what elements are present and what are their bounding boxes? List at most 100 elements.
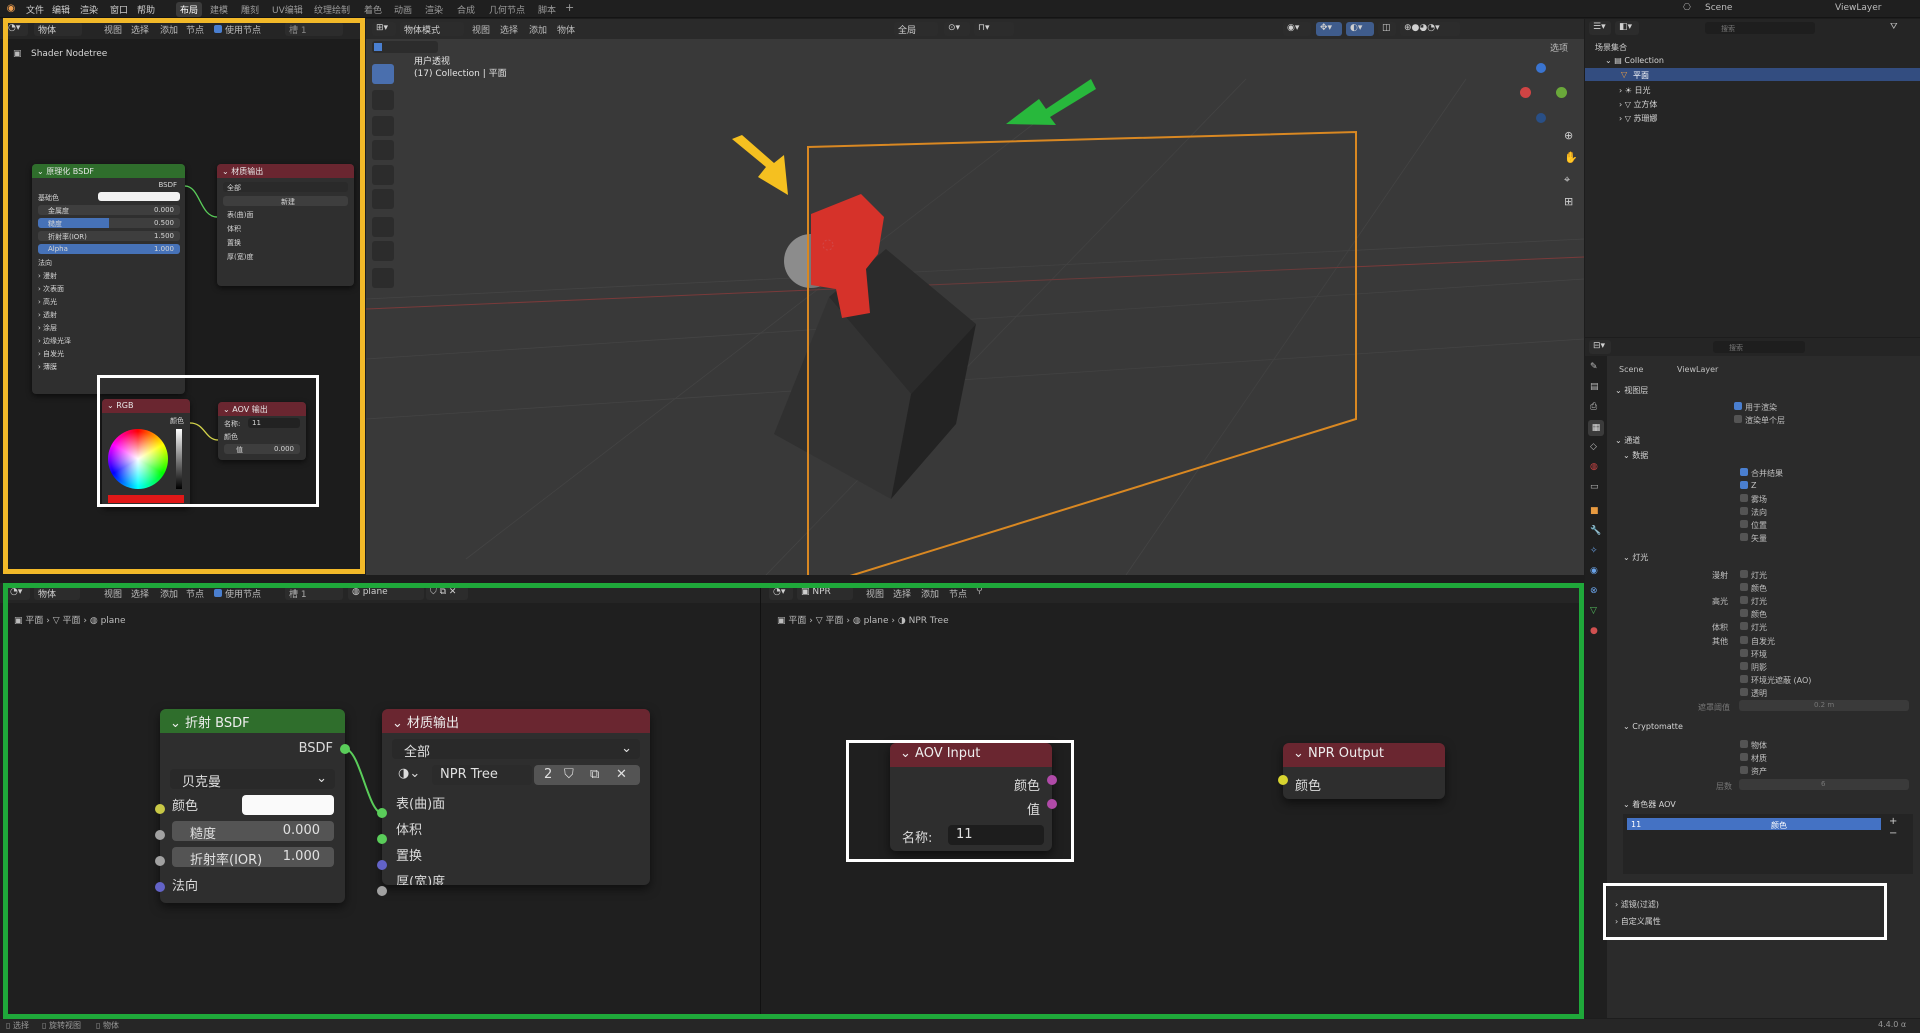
br-menu-add[interactable]: 添加 [921,587,939,600]
world-tab-icon[interactable]: ◍ [1590,462,1598,472]
aov-input-node[interactable]: ⌄ AOV Input 颜色 值 名称: 11 [890,743,1052,851]
value-slider[interactable] [176,429,182,489]
material-tab-icon[interactable]: ● [1590,626,1598,636]
new-material-button[interactable]: 新建 [223,196,348,206]
distribution-dropdown[interactable]: 贝克曼 ⌄ [170,769,335,790]
outliner-editor-type[interactable]: ☰▾ [1589,21,1611,35]
outliner-row-cube[interactable]: › ▽ 立方体 [1619,99,1657,110]
emission-checkbox[interactable] [1740,636,1748,644]
environment-checkbox[interactable] [1740,649,1748,657]
add-workspace-icon[interactable]: + [565,1,574,14]
material-actions[interactable]: ⛉ ⧉ ✕ [426,586,468,600]
menu-add[interactable]: 添加 [160,23,178,36]
bottom-left-mode[interactable]: 物体 [34,586,80,600]
position-checkbox[interactable] [1740,520,1748,528]
viewport-menu-view[interactable]: 视图 [472,23,490,36]
pin-icon[interactable]: ⚲ [976,586,983,596]
data-tab-icon[interactable]: ▽ [1590,606,1597,616]
filter-icon[interactable]: ⛛ [1890,22,1898,32]
bottom-right-editor-type[interactable]: ◔▾ [769,586,793,600]
principled-bsdf-node[interactable]: ⌄ 原理化 BSDF BSDF 基础色 金属度 0.000 糙度 0.500 折射率… [32,164,185,394]
viewport-editor-type[interactable]: ⊞▾ [372,22,396,36]
object-mode-selector[interactable]: 物体 [34,22,82,36]
menu-edit[interactable]: 编辑 [52,3,70,16]
refraction-roughness-field[interactable]: 糙度 0.000 [172,821,334,842]
color-wheel[interactable] [108,429,168,489]
ior-slider[interactable]: 折射率(IOR) 1.500 [38,231,180,241]
gizmo-icon[interactable]: ✥▾ [1316,22,1342,36]
shadow-checkbox[interactable] [1740,662,1748,670]
aov-input-header[interactable]: ⌄ AOV Input [890,743,1052,767]
slot-selector[interactable]: 槽 1 [285,22,343,36]
material-output-node-small[interactable]: ⌄ 材质输出 全部 新建 表(曲)面 体积 置换 厚(宽)度 [217,164,354,286]
metallic-slider[interactable]: 金属度 0.000 [38,205,180,215]
scene-selector[interactable]: Scene [1705,3,1732,13]
principled-bsdf-header[interactable]: ⌄ 原理化 BSDF [32,164,185,178]
grid-icon[interactable]: ⊞ [1564,195,1573,208]
viewport-menu-add[interactable]: 添加 [529,23,547,36]
refraction-bsdf-header[interactable]: ⌄ 折射 BSDF [160,709,345,733]
use-for-render-checkbox[interactable] [1734,402,1742,410]
aov-name-field[interactable]: 11 [248,418,300,428]
visibility-icon[interactable]: ◉▾ [1283,22,1311,36]
y-axis-ball[interactable] [1556,87,1567,98]
outliner-display-mode[interactable]: ◧▾ [1615,21,1639,35]
diffuse-light-checkbox[interactable] [1740,570,1748,578]
tree-type-selector[interactable]: ▣ NPR [797,586,853,600]
material-selector[interactable]: ◍ plane [348,586,424,600]
panel-specular[interactable]: › 高光 [38,297,57,307]
unlink-close-icon[interactable]: ✕ [616,767,627,782]
passes-section[interactable]: ⌄ 通道 [1615,435,1640,446]
panel-thin-film[interactable]: › 薄膜 [38,362,57,372]
overlay-icon[interactable]: ◐▾ [1346,22,1374,36]
remove-aov-icon[interactable]: − [1889,828,1897,839]
viewport-menu-select[interactable]: 选择 [500,23,518,36]
mist-checkbox[interactable] [1740,494,1748,502]
xray-icon[interactable]: ◫ [1378,22,1396,36]
workspace-tab-rendering[interactable]: 渲染 [425,3,443,16]
render-single-layer-checkbox[interactable] [1734,415,1742,423]
pivot-icon[interactable]: ⊙▾ [944,22,970,36]
npr-tree-selector[interactable]: NPR Tree [432,765,532,785]
node-tree-selector-icon[interactable]: ◑⌄ [398,766,420,781]
custom-props-section[interactable]: › 自定义属性 [1615,916,1661,927]
bottom-left-menu-select[interactable]: 选择 [131,587,149,600]
duplicate-icon[interactable]: ⧉ [590,767,599,782]
filter-section[interactable]: › 滤镜(过滤) [1615,899,1659,910]
workspace-tab-geometry-nodes[interactable]: 几何节点 [489,3,525,16]
camera-icon[interactable]: ⌖ [1564,173,1570,187]
workspace-tab-texture-paint[interactable]: 纹理绘制 [314,3,350,16]
alpha-slider[interactable]: Alpha 1.000 [38,244,180,254]
editor-divider[interactable] [760,583,761,1018]
scene-tab-icon[interactable]: ◇ [1590,442,1597,452]
particles-tab-icon[interactable]: ✧ [1590,546,1598,556]
material-output-header[interactable]: ⌄ 材质输出 [217,164,354,178]
vector-checkbox[interactable] [1740,533,1748,541]
data-subsection[interactable]: ⌄ 数据 [1623,450,1648,461]
add-aov-icon[interactable]: + [1889,816,1897,827]
pan-hand-icon[interactable]: ✋ [1564,151,1578,164]
workspace-tab-sculpt[interactable]: 雕刻 [241,3,259,16]
bottom-left-menu-add[interactable]: 添加 [160,587,178,600]
refraction-bsdf-node[interactable]: ⌄ 折射 BSDF BSDF 贝克曼 ⌄ 颜色 糙度 0.000 折射率(IOR) 1… [160,709,345,903]
z-axis-ball[interactable] [1536,63,1546,73]
menu-render[interactable]: 渲染 [80,3,98,16]
properties-editor-type[interactable]: ⊟▾ [1589,340,1611,354]
aov-input-name-field[interactable]: 11 [948,825,1044,845]
outliner-row-suzanne[interactable]: › ▽ 苏珊娜 [1619,113,1657,124]
tree-users-actions[interactable]: 2 ⛉ ⧉ ✕ [534,765,640,785]
panel-sheen[interactable]: › 边缘光泽 [38,336,71,346]
diffuse-color-checkbox[interactable] [1740,583,1748,591]
crypto-object-checkbox[interactable] [1740,740,1748,748]
workspace-tab-compositing[interactable]: 合成 [457,3,475,16]
menu-node[interactable]: 节点 [186,23,204,36]
br-menu-view[interactable]: 视图 [866,587,884,600]
shader-aov-subsection[interactable]: ⌄ 着色器 AOV [1623,799,1676,810]
view-layer-section[interactable]: ⌄ 视图层 [1615,385,1648,396]
z-checkbox[interactable] [1740,481,1748,489]
render-tab-icon[interactable]: ▤ [1590,382,1599,392]
rgb-node-header[interactable]: ⌄ RGB [102,399,190,413]
workspace-tab-layout[interactable]: 布局 [176,2,203,17]
light-subsection[interactable]: ⌄ 灯光 [1623,552,1648,563]
workspace-tab-scripting[interactable]: 脚本 [538,3,556,16]
